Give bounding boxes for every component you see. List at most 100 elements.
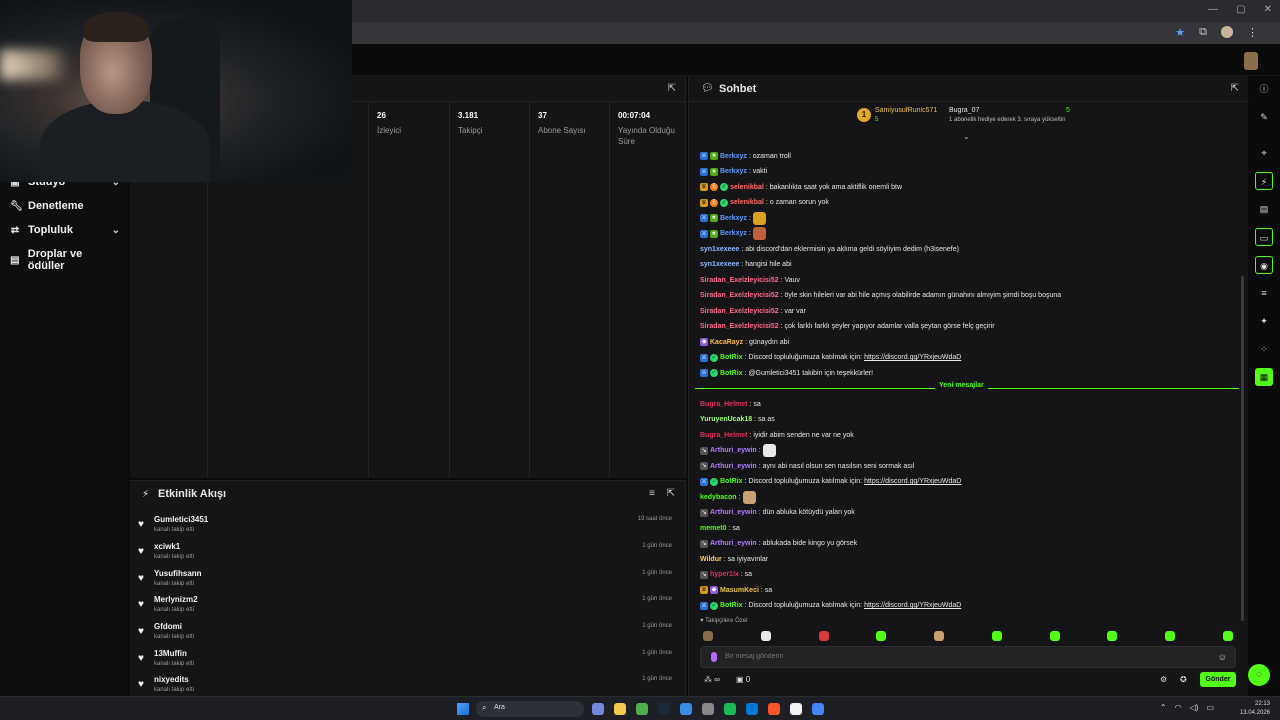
gift-icon[interactable]: ▣ 0: [736, 675, 750, 684]
chat-username[interactable]: kedybacon: [700, 494, 737, 501]
quick-emote[interactable]: [1107, 631, 1118, 641]
menu-icon[interactable]: ⋮: [1247, 26, 1258, 39]
chat-username[interactable]: memet0: [700, 525, 726, 532]
sidebar-item-community[interactable]: ⇄ Topluluk ⌄: [10, 224, 120, 236]
chat-username[interactable]: Siradan_Exelzleyicisi52: [700, 277, 779, 284]
activity-user[interactable]: xciwk1: [154, 542, 180, 551]
focus-icon[interactable]: ⌖: [1255, 144, 1273, 162]
stats-icon[interactable]: ▤: [1255, 200, 1273, 218]
quick-emote[interactable]: [703, 631, 713, 641]
quick-emote[interactable]: [934, 631, 945, 641]
quick-emote[interactable]: [991, 631, 1002, 641]
activity-user[interactable]: 13Muffin: [154, 649, 187, 658]
quick-emote[interactable]: [1222, 631, 1233, 641]
reward-icon[interactable]: ✪: [1180, 675, 1187, 684]
discord-link[interactable]: https://discord.gg/YRxjeuWdaD: [864, 478, 961, 485]
microphone-icon[interactable]: [711, 652, 717, 662]
extensions-icon[interactable]: ⧉: [1199, 26, 1207, 39]
discord-link[interactable]: https://discord.gg/YRxjeuWdaD: [864, 602, 961, 609]
wrench-icon[interactable]: ✦: [1255, 312, 1273, 330]
layers-icon[interactable]: ≡: [1255, 284, 1273, 302]
taskbar-app-icon[interactable]: [680, 703, 692, 715]
chat-username[interactable]: Arthuri_eywin: [710, 509, 757, 516]
chat-icon[interactable]: ▭: [1255, 228, 1273, 246]
filter-icon[interactable]: ≡: [649, 488, 655, 499]
system-clock[interactable]: 22:13 13.04.2026: [1240, 700, 1270, 718]
chat-username[interactable]: BotRix: [720, 478, 743, 485]
users-icon[interactable]: ⁂ ∞: [704, 675, 720, 684]
close-button[interactable]: ✕: [1264, 4, 1272, 15]
taskbar-app-icon[interactable]: [614, 703, 626, 715]
chat-scrollbar[interactable]: [1241, 276, 1244, 621]
chat-username[interactable]: Siradan_Exelzleyicisi52: [700, 308, 779, 315]
activity-user[interactable]: Merlynizm2: [154, 595, 198, 604]
apps-icon[interactable]: ⁘: [1255, 340, 1273, 358]
popout-icon[interactable]: ⇱: [667, 488, 675, 499]
activity-user[interactable]: nixyedits: [154, 675, 189, 684]
chat-username[interactable]: BotRix: [720, 354, 743, 361]
broadcast-icon[interactable]: ◉: [1255, 256, 1273, 274]
wifi-icon[interactable]: ◠: [1175, 703, 1182, 712]
chat-username[interactable]: Berkxyz: [720, 168, 747, 175]
chat-username[interactable]: Berkxyz: [720, 215, 747, 222]
chat-username[interactable]: Arthuri_eywin: [710, 447, 757, 454]
chevron-up-icon[interactable]: ⌃: [1160, 703, 1167, 712]
quick-emote[interactable]: [1049, 631, 1060, 641]
minimize-button[interactable]: —: [1208, 4, 1218, 15]
taskbar-app-icon[interactable]: [790, 703, 802, 715]
user-avatar[interactable]: [1244, 52, 1258, 70]
maximize-button[interactable]: ▢: [1236, 4, 1245, 15]
discord-link[interactable]: https://discord.gg/YRxjeuWdaD: [864, 354, 961, 361]
quick-emote[interactable]: [760, 631, 771, 641]
send-button[interactable]: Gönder: [1200, 672, 1236, 687]
windows-start-icon[interactable]: [457, 703, 469, 715]
chevron-down-icon[interactable]: ⌄: [963, 132, 970, 141]
taskbar-app-icon[interactable]: [746, 703, 758, 715]
taskbar-app-icon[interactable]: [768, 703, 780, 715]
quick-emote[interactable]: [1165, 631, 1176, 641]
activity-user[interactable]: Yusufihsann: [154, 569, 202, 578]
chat-username[interactable]: BotRix: [720, 370, 743, 377]
emoji-icon[interactable]: ☺: [1218, 652, 1227, 662]
settings-icon[interactable]: ⚙: [1160, 675, 1167, 684]
quick-emote[interactable]: [818, 631, 829, 641]
taskbar-app-icon[interactable]: [812, 703, 824, 715]
activity-user[interactable]: Gumletici3451: [154, 515, 208, 524]
battery-icon[interactable]: ▭: [1206, 703, 1214, 712]
chat-username[interactable]: hyper1lx: [710, 571, 739, 578]
chat-username[interactable]: selenikbal: [730, 199, 764, 206]
chat-username[interactable]: Siradan_Exelzleyicisi52: [700, 292, 779, 299]
popout-icon[interactable]: ⇱: [668, 83, 676, 94]
chat-username[interactable]: Bugra_Helmet: [700, 401, 747, 408]
taskbar-app-icon[interactable]: [636, 703, 648, 715]
quick-emote[interactable]: [876, 631, 887, 641]
chat-message-input[interactable]: [725, 653, 1185, 660]
pencil-icon[interactable]: ✎: [1255, 108, 1273, 126]
sidebar-item-moderation[interactable]: 🔧︎ Denetleme: [10, 200, 120, 212]
add-widget-icon[interactable]: ▦: [1255, 368, 1273, 386]
star-icon[interactable]: ★: [1175, 26, 1185, 39]
activity-user[interactable]: Gfdomi: [154, 622, 182, 631]
sidebar-item-drops[interactable]: ▤ Droplar ve ödüller: [10, 248, 120, 272]
chat-username[interactable]: Arthuri_eywin: [710, 540, 757, 547]
profile-icon[interactable]: [1221, 26, 1233, 38]
chat-username[interactable]: Arthuri_eywin: [710, 463, 757, 470]
taskbar-app-icon[interactable]: [724, 703, 736, 715]
chat-username[interactable]: YuruyenUcak18: [700, 416, 752, 423]
chat-username[interactable]: Berkxyz: [720, 230, 747, 237]
chat-input-box[interactable]: ☺: [700, 646, 1236, 668]
volume-icon[interactable]: ◁): [1190, 703, 1199, 712]
help-chat-button[interactable]: ◌: [1248, 664, 1270, 686]
info-icon[interactable]: ⓘ: [1255, 80, 1273, 98]
taskbar-search[interactable]: ⌕ Ara: [476, 701, 584, 717]
lightning-icon[interactable]: ⚡︎: [1255, 172, 1273, 190]
chat-username[interactable]: Wildur: [700, 556, 722, 563]
popout-icon[interactable]: ⇱: [1231, 83, 1239, 94]
taskbar-app-icon[interactable]: [702, 703, 714, 715]
chat-username[interactable]: Bugra_Helmet: [700, 432, 747, 439]
chat-username[interactable]: selenikbal: [730, 184, 764, 191]
chat-username[interactable]: KacaRayz: [710, 339, 743, 346]
chat-username[interactable]: BotRix: [720, 602, 743, 609]
chat-username[interactable]: MasumKeci: [720, 587, 759, 594]
taskbar-app-icon[interactable]: [658, 703, 670, 715]
